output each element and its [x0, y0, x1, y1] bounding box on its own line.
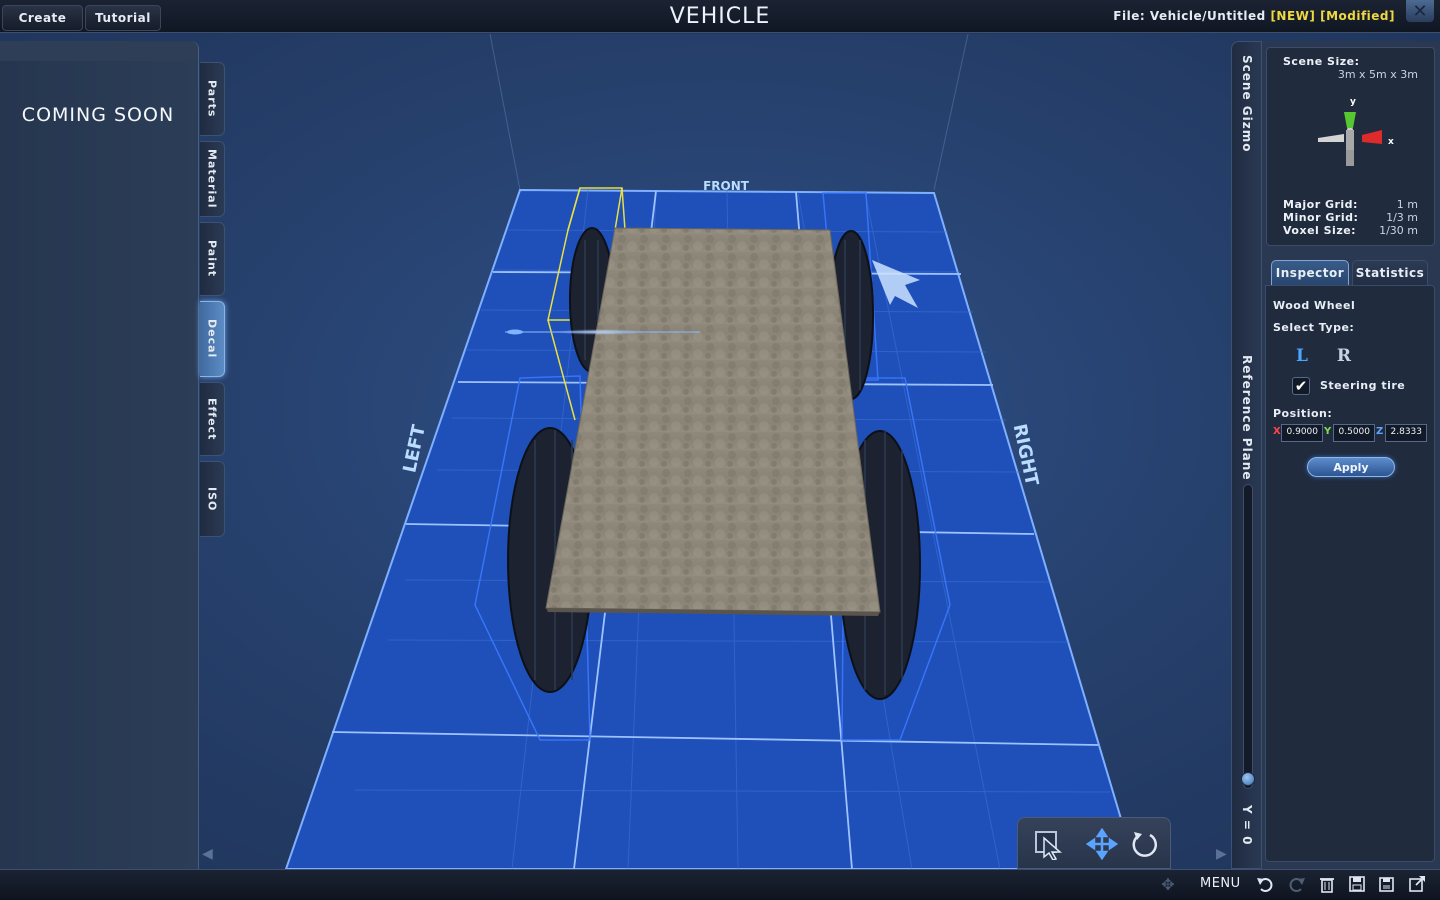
tab-effect-label: Effect [205, 397, 219, 441]
inspector-panel [1265, 285, 1435, 862]
position-label: Position: [1273, 407, 1333, 420]
save-icon[interactable] [1347, 874, 1367, 894]
type-right-button[interactable]: R [1333, 345, 1355, 367]
tab-paint[interactable]: Paint [200, 222, 225, 296]
tab-decal-label: Decal [205, 319, 219, 359]
reference-plane-slider[interactable] [1243, 484, 1253, 789]
tab-statistics[interactable]: Statistics [1352, 260, 1428, 285]
minor-grid-label: Minor Grid: [1283, 211, 1359, 224]
modified-tag: [Modified] [1320, 9, 1395, 23]
select-tool-icon[interactable] [1030, 826, 1066, 862]
tab-material-label: Material [205, 149, 219, 209]
scroll-right-icon[interactable]: ▶ [1216, 846, 1227, 862]
trash-icon[interactable] [1317, 874, 1337, 894]
reference-value: Y = 0 [1240, 805, 1254, 846]
move-tool-icon[interactable] [1084, 826, 1120, 862]
steering-label: Steering tire [1320, 379, 1406, 392]
steering-checkbox[interactable]: ✔ [1292, 377, 1310, 395]
gizmo-x-label: x [1388, 137, 1394, 147]
menu-button[interactable]: MENU [1200, 876, 1241, 891]
tab-decal[interactable]: Decal [200, 301, 225, 377]
major-grid-label: Major Grid: [1283, 198, 1358, 211]
export-icon[interactable] [1407, 874, 1427, 894]
apply-button[interactable]: Apply [1307, 457, 1395, 477]
scene-size-value: 3m x 5m x 3m [1337, 68, 1418, 81]
center-view-icon[interactable]: ✥ [1158, 874, 1178, 894]
major-grid-value: 1 m [1396, 198, 1418, 211]
gizmo-y-label: y [1350, 97, 1356, 107]
coming-soon-text: COMING SOON [21, 104, 175, 126]
rotate-tool-icon[interactable] [1126, 826, 1162, 862]
axis-gizmo-icon[interactable]: y x [1310, 92, 1400, 174]
file-label: File: [1113, 9, 1146, 23]
scene-gizmo-label[interactable]: Scene Gizmo [1240, 55, 1254, 152]
pos-x-label: X [1273, 426, 1281, 437]
redo-icon[interactable] [1287, 874, 1307, 894]
left-panel-header [0, 41, 198, 61]
reference-plane-label: Reference Plane [1240, 355, 1254, 481]
position-z-input[interactable]: 2.8333 [1385, 424, 1427, 442]
front-label: FRONT [703, 179, 750, 193]
type-left-button[interactable]: L [1291, 345, 1313, 367]
part-name: Wood Wheel [1273, 299, 1356, 312]
scene-size-label: Scene Size: [1283, 55, 1360, 68]
tab-iso[interactable]: ISO [200, 461, 225, 537]
position-y-input[interactable]: 0.5000 [1333, 424, 1375, 442]
tab-effect[interactable]: Effect [200, 382, 225, 456]
tab-parts-label: Parts [205, 80, 219, 118]
new-tag: [NEW] [1270, 9, 1316, 23]
tab-inspector[interactable]: Inspector [1271, 260, 1349, 285]
tab-paint-label: Paint [205, 240, 219, 278]
voxel-size-value: 1/30 m [1379, 224, 1418, 237]
select-type-label: Select Type: [1273, 321, 1355, 334]
save-as-icon[interactable] [1377, 874, 1397, 894]
file-info: File: Vehicle/Untitled [NEW] [Modified] [1113, 9, 1395, 23]
reference-plane-slider-handle[interactable] [1241, 772, 1255, 786]
voxel-size-label: Voxel Size: [1283, 224, 1357, 237]
tab-parts[interactable]: Parts [200, 62, 225, 136]
position-x-input[interactable]: 0.9000 [1281, 424, 1323, 442]
minor-grid-value: 1/3 m [1386, 211, 1418, 224]
pos-y-label: Y [1324, 426, 1332, 437]
pos-z-label: Z [1376, 426, 1384, 437]
scroll-left-icon[interactable]: ◀ [202, 846, 213, 862]
tab-iso-label: ISO [205, 486, 219, 512]
close-icon[interactable]: ✕ [1406, 0, 1434, 22]
left-panel: COMING SOON [0, 41, 199, 869]
file-path: Vehicle/Untitled [1149, 9, 1266, 23]
tab-material[interactable]: Material [200, 141, 225, 217]
undo-icon[interactable] [1255, 874, 1275, 894]
